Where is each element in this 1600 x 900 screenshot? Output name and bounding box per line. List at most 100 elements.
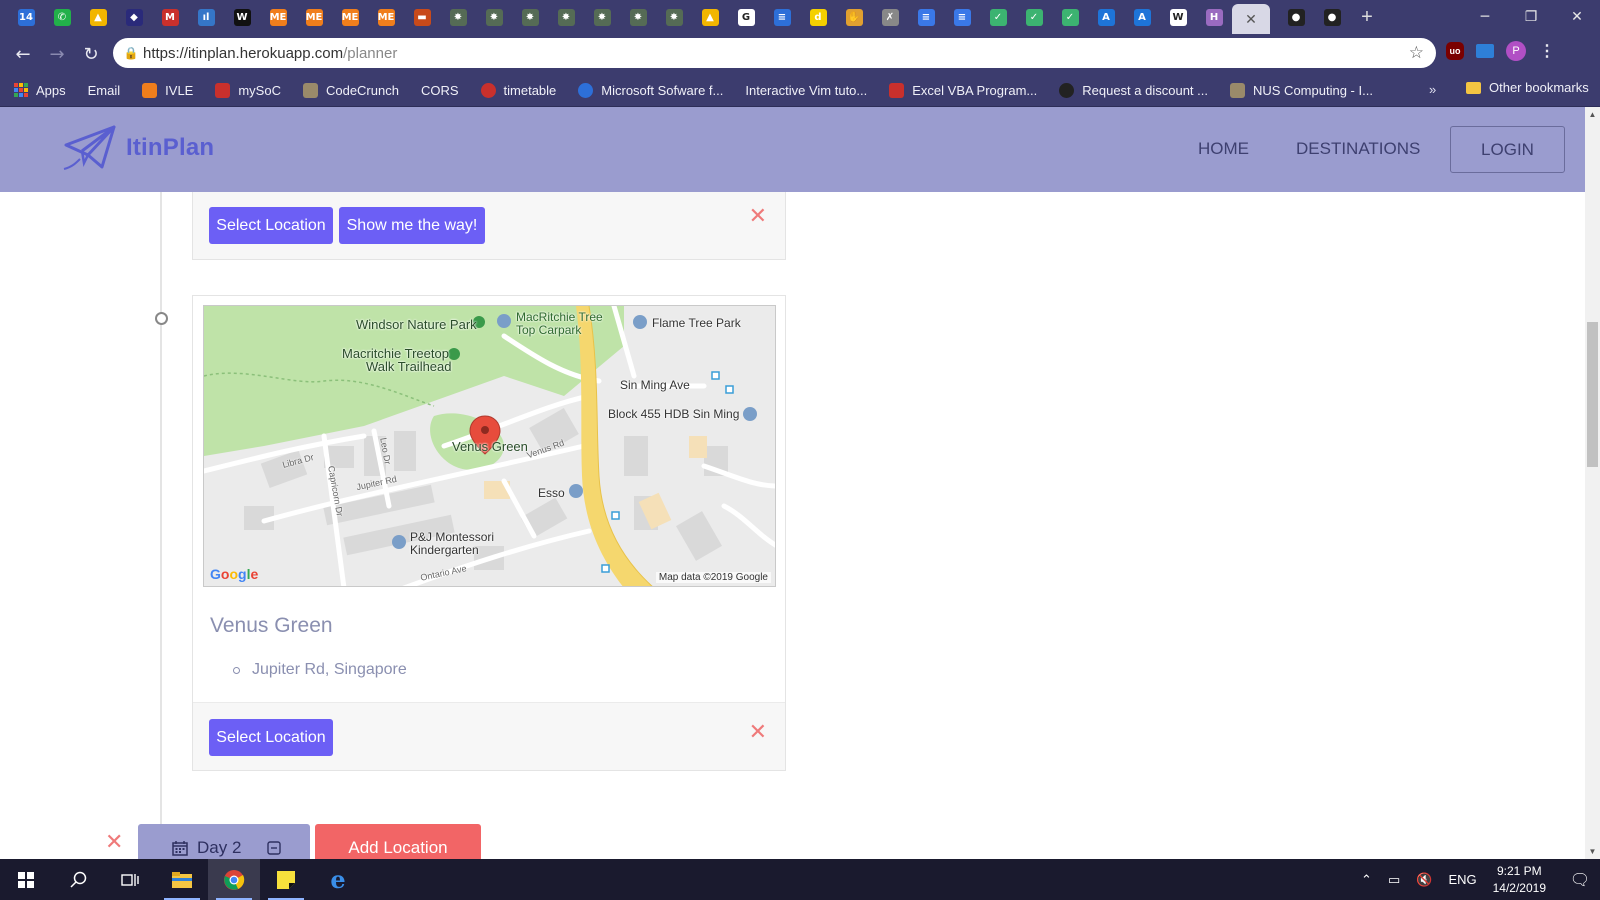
scroll-down-icon[interactable]: ▼ xyxy=(1585,844,1600,859)
tab[interactable]: ✋ xyxy=(836,0,872,34)
search-icon[interactable] xyxy=(52,859,104,900)
add-location-button[interactable]: Add Location xyxy=(315,824,481,859)
remove-location-icon[interactable]: ✕ xyxy=(749,720,767,745)
tab[interactable]: ✓ xyxy=(1052,0,1088,34)
day-toggle-button[interactable]: Day 2 xyxy=(138,824,310,859)
tab[interactable]: ✸ xyxy=(512,0,548,34)
bookmark-excel[interactable]: Excel VBA Program... xyxy=(889,82,1037,98)
site-logo[interactable]: ItinPlan xyxy=(62,123,214,173)
tab[interactable]: ▲ xyxy=(80,0,116,34)
page-scrollbar[interactable]: ▲ ▼ xyxy=(1585,107,1600,859)
nav-destinations[interactable]: DESTINATIONS xyxy=(1296,139,1420,159)
tab[interactable]: ıl xyxy=(188,0,224,34)
bookmark-mysoc[interactable]: mySoC xyxy=(215,82,281,98)
bookmark-ivle[interactable]: IVLE xyxy=(142,82,193,98)
select-location-button[interactable]: Select Location xyxy=(209,719,333,756)
active-tab[interactable]: ✕ xyxy=(1232,4,1270,34)
chrome-icon[interactable] xyxy=(208,859,260,900)
restore-icon[interactable]: ❐ xyxy=(1508,0,1554,34)
map-view[interactable]: Windsor Nature Park MacRitchie Tree Top … xyxy=(203,305,776,587)
tab[interactable]: ● xyxy=(1314,0,1350,34)
bookmark-timetable[interactable]: timetable xyxy=(480,82,556,98)
tab[interactable]: ● xyxy=(1278,0,1314,34)
tab[interactable]: ▬ xyxy=(404,0,440,34)
minimize-icon[interactable]: ─ xyxy=(1462,0,1508,34)
tab[interactable]: ME xyxy=(260,0,296,34)
nav-home[interactable]: HOME xyxy=(1198,139,1249,159)
address-bar[interactable]: 🔒 https://itinplan.herokuapp.com/planner… xyxy=(113,38,1436,68)
profile-avatar[interactable]: P xyxy=(1506,41,1526,61)
back-arrow-icon[interactable]: ← xyxy=(6,37,40,71)
tab[interactable]: ME xyxy=(296,0,332,34)
volume-muted-icon[interactable]: 🔇 xyxy=(1416,872,1432,888)
bookmark-nus[interactable]: NUS Computing - I... xyxy=(1230,82,1373,98)
system-clock[interactable]: 9:21 PM 14/2/2019 xyxy=(1493,863,1546,897)
url-text[interactable]: https://itinplan.herokuapp.com/planner xyxy=(143,45,397,62)
tab[interactable]: W xyxy=(1160,0,1196,34)
tab[interactable]: ▲ xyxy=(692,0,728,34)
tab[interactable]: ✸ xyxy=(548,0,584,34)
tab[interactable]: H xyxy=(1196,0,1232,34)
ublock-icon[interactable]: uo xyxy=(1446,42,1464,60)
windows-start-icon[interactable] xyxy=(0,859,52,900)
tab[interactable]: W xyxy=(224,0,260,34)
tab[interactable]: ✓ xyxy=(1016,0,1052,34)
tab[interactable]: ✸ xyxy=(584,0,620,34)
tab[interactable]: ≡ xyxy=(944,0,980,34)
tab[interactable]: ✸ xyxy=(440,0,476,34)
edge-icon[interactable]: e xyxy=(312,859,364,900)
other-bookmarks[interactable]: Other bookmarks xyxy=(1466,80,1589,95)
close-tab-icon[interactable]: ✕ xyxy=(1245,11,1257,28)
tab[interactable]: ✓ xyxy=(980,0,1016,34)
extension-box-icon[interactable] xyxy=(1474,40,1496,62)
bookmark-email[interactable]: Email xyxy=(0,83,120,195)
sticky-notes-icon[interactable] xyxy=(260,859,312,900)
tab[interactable]: A xyxy=(1124,0,1160,34)
tab[interactable]: d xyxy=(800,0,836,34)
bookmark-cors[interactable]: CORS xyxy=(0,83,459,195)
map-label-venus-green: Venus Green xyxy=(452,439,528,454)
login-button[interactable]: LOGIN xyxy=(1450,126,1565,173)
bookmark-label: Request a discount ... xyxy=(1082,82,1208,98)
tab[interactable]: ✸ xyxy=(620,0,656,34)
bookmark-star-icon[interactable]: ☆ xyxy=(1409,43,1424,63)
language-indicator[interactable]: ENG xyxy=(1448,872,1476,887)
tab[interactable]: G xyxy=(728,0,764,34)
show-me-the-way-button[interactable]: Show me the way! xyxy=(339,207,485,244)
remove-day-icon[interactable]: ✕ xyxy=(105,830,123,855)
bookmark-codecrunch[interactable]: CodeCrunch xyxy=(302,82,399,98)
notifications-icon[interactable]: 🗨 xyxy=(1560,870,1600,890)
tab[interactable]: ✆ xyxy=(44,0,80,34)
tab[interactable]: ≡ xyxy=(764,0,800,34)
close-window-icon[interactable]: ✕ xyxy=(1554,0,1600,34)
tab[interactable]: ✸ xyxy=(656,0,692,34)
bookmark-microsoft[interactable]: Microsoft Sofware f... xyxy=(578,82,723,98)
tab[interactable]: ◆ xyxy=(116,0,152,34)
tab[interactable]: M xyxy=(152,0,188,34)
remove-location-icon[interactable]: ✕ xyxy=(749,204,767,229)
tab[interactable]: ≡ xyxy=(908,0,944,34)
tray-chevron-icon[interactable]: ⌃ xyxy=(1361,872,1372,888)
tab[interactable]: ME xyxy=(332,0,368,34)
reload-icon[interactable]: ↻ xyxy=(74,37,108,71)
chrome-menu-icon[interactable]: ⋮ xyxy=(1536,40,1558,62)
tab[interactable]: ✗ xyxy=(872,0,908,34)
bookmarks-overflow-button[interactable]: » xyxy=(1429,82,1436,97)
bookmark-discount[interactable]: Request a discount ... xyxy=(1059,82,1208,98)
file-explorer-icon[interactable] xyxy=(156,859,208,900)
forward-arrow-icon[interactable]: → xyxy=(40,37,74,71)
scroll-up-icon[interactable]: ▲ xyxy=(1585,107,1600,122)
tab[interactable]: ME xyxy=(368,0,404,34)
bookmark-apps[interactable]: Apps xyxy=(14,83,66,98)
battery-icon[interactable]: ▭ xyxy=(1388,872,1400,888)
bookmark-vim[interactable]: Interactive Vim tuto... xyxy=(0,83,867,195)
select-location-button[interactable]: Select Location xyxy=(209,207,333,244)
collapse-icon[interactable] xyxy=(267,841,282,855)
tab[interactable]: A xyxy=(1088,0,1124,34)
map-attribution[interactable]: Map data ©2019 Google xyxy=(655,572,771,583)
tab[interactable]: ✸ xyxy=(476,0,512,34)
tab[interactable]: 14 xyxy=(8,0,44,34)
new-tab-button[interactable]: + xyxy=(1350,0,1384,34)
scrollbar-thumb[interactable] xyxy=(1587,322,1598,467)
task-view-icon[interactable] xyxy=(104,859,156,900)
